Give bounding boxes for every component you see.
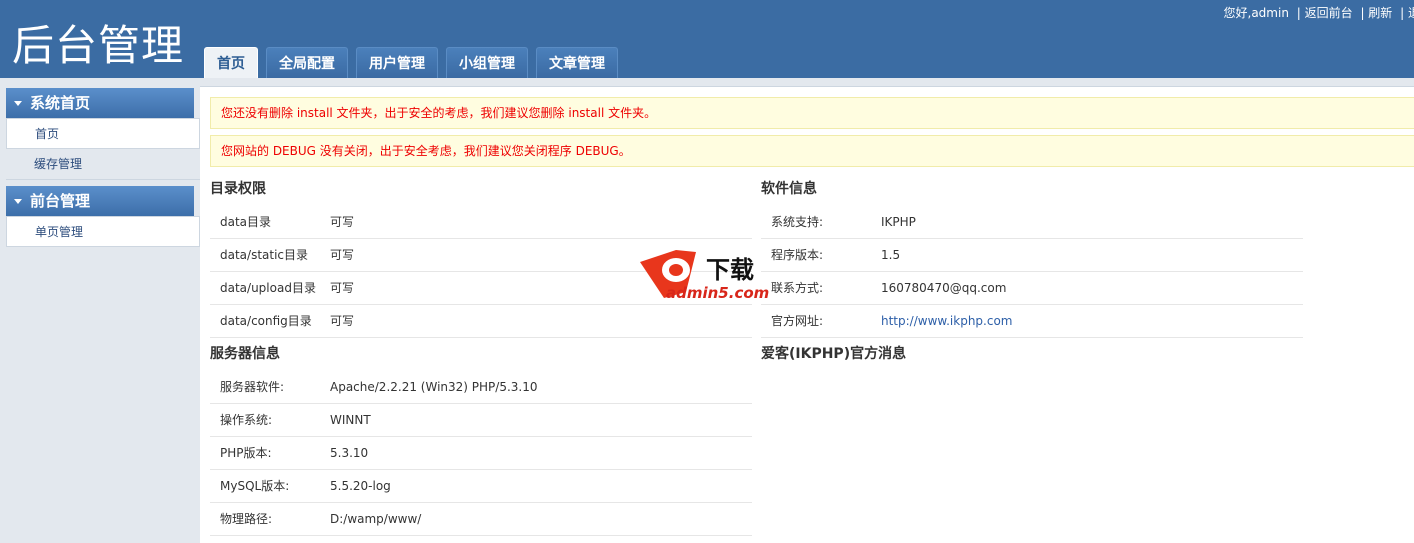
row-value: 可写 bbox=[330, 281, 355, 295]
main-tabs: 首页 全局配置 用户管理 小组管理 文章管理 bbox=[204, 47, 618, 78]
site-logo: 后台管理 bbox=[12, 21, 185, 70]
top-links: 您好,admin | 返回前台 | 刷新 | 退 bbox=[1220, 4, 1414, 21]
sidebar: 系统首页 首页 缓存管理 前台管理 单页管理 bbox=[0, 86, 200, 543]
row-key: data/upload目录 bbox=[220, 281, 316, 295]
sidebar-section-system[interactable]: 系统首页 bbox=[6, 88, 194, 118]
svg-text:下载: 下载 bbox=[706, 256, 754, 284]
tab-users[interactable]: 用户管理 bbox=[356, 47, 438, 78]
row-value: 5.3.10 bbox=[330, 446, 369, 460]
section-title: 软件信息 bbox=[761, 181, 817, 197]
section-title: 爱客(IKPHP)官方消息 bbox=[761, 346, 907, 362]
row-key: MySQL版本: bbox=[220, 479, 290, 493]
table-row: MySQL版本: 5.5.20-log bbox=[210, 470, 752, 503]
row-key: 服务器软件: bbox=[220, 380, 285, 394]
tab-groups[interactable]: 小组管理 bbox=[446, 47, 528, 78]
software-info: 软件信息 系统支持: IKPHP 程序版本: 1.5 联系方式: 160780470@… bbox=[761, 173, 1303, 371]
table-row: 系统支持: IKPHP bbox=[761, 206, 1303, 239]
triangle-down-icon bbox=[14, 199, 22, 204]
row-value: 可写 bbox=[330, 215, 355, 229]
row-key: data目录 bbox=[220, 215, 272, 229]
header-strip bbox=[0, 78, 1414, 86]
table-row: 物理路径: D:/wamp/www/ bbox=[210, 503, 752, 536]
svg-text:admin5.com: admin5.com bbox=[666, 284, 769, 302]
tab-articles[interactable]: 文章管理 bbox=[536, 47, 618, 78]
triangle-down-icon bbox=[14, 101, 22, 106]
row-key: data/config目录 bbox=[220, 314, 312, 328]
table-row: 程序版本: 1.5 bbox=[761, 239, 1303, 272]
sidebar-section-frontend[interactable]: 前台管理 bbox=[6, 186, 194, 216]
admin5-watermark-logo: 下载 admin5.com bbox=[640, 250, 769, 302]
row-value: WINNT bbox=[330, 413, 371, 427]
section-title: 目录权限 bbox=[210, 181, 266, 197]
alert-debug: 您网站的 DEBUG 没有关闭，出于安全考虑，我们建议您关闭程序 DEBUG。 bbox=[210, 135, 1414, 167]
row-key: 官方网址: bbox=[771, 314, 824, 328]
alert-install: 您还没有删除 install 文件夹，出于安全的考虑，我们建议您删除 insta… bbox=[210, 97, 1414, 129]
tab-home[interactable]: 首页 bbox=[204, 47, 258, 78]
header: 后台管理 您好,admin | 返回前台 | 刷新 | 退 首页 全局配置 用户… bbox=[0, 0, 1414, 78]
sidebar-item-cache[interactable]: 缓存管理 bbox=[6, 149, 200, 180]
link-refresh[interactable]: | 刷新 bbox=[1360, 6, 1392, 20]
row-key: 物理路径: bbox=[220, 512, 273, 526]
row-value: IKPHP bbox=[881, 215, 916, 229]
tab-global-config[interactable]: 全局配置 bbox=[266, 47, 348, 78]
dir-permissions: 目录权限 data目录 可写 data/static目录 可写 data/uploa… bbox=[210, 173, 752, 536]
row-value: D:/wamp/www/ bbox=[330, 512, 422, 526]
row-key: 系统支持: bbox=[771, 215, 824, 229]
main-content: 您还没有删除 install 文件夹，出于安全的考虑，我们建议您删除 insta… bbox=[200, 86, 1414, 543]
row-key: data/static目录 bbox=[220, 248, 309, 262]
row-value: 5.5.20-log bbox=[330, 479, 391, 493]
table-row: 官方网址: http://www.ikphp.com bbox=[761, 305, 1303, 338]
table-row: PHP版本: 5.3.10 bbox=[210, 437, 752, 470]
table-row: 联系方式: 160780470@qq.com bbox=[761, 272, 1303, 305]
sidebar-item-home[interactable]: 首页 bbox=[6, 118, 200, 149]
table-row: 服务器软件: Apache/2.2.21 (Win32) PHP/5.3.10 bbox=[210, 371, 752, 404]
official-site-link[interactable]: http://www.ikphp.com bbox=[881, 305, 1012, 337]
row-value: 1.5 bbox=[881, 248, 901, 262]
row-key: PHP版本: bbox=[220, 446, 272, 460]
row-value: 可写 bbox=[330, 248, 355, 262]
section-label: 系统首页 bbox=[30, 94, 91, 112]
table-row: data目录 可写 bbox=[210, 206, 752, 239]
row-key: 操作系统: bbox=[220, 413, 273, 427]
section-title: 服务器信息 bbox=[210, 346, 280, 362]
sidebar-item-pages[interactable]: 单页管理 bbox=[6, 216, 200, 247]
greeting: 您好,admin bbox=[1223, 6, 1289, 20]
link-logout[interactable]: | 退 bbox=[1400, 6, 1414, 20]
table-row: data/config目录 可写 bbox=[210, 305, 752, 338]
row-value: 可写 bbox=[330, 314, 355, 328]
link-frontend[interactable]: | 返回前台 bbox=[1297, 6, 1353, 20]
table-row: 操作系统: WINNT bbox=[210, 404, 752, 437]
row-value: 160780470@qq.com bbox=[881, 281, 1007, 295]
section-label: 前台管理 bbox=[30, 192, 91, 210]
row-value: Apache/2.2.21 (Win32) PHP/5.3.10 bbox=[330, 380, 538, 394]
